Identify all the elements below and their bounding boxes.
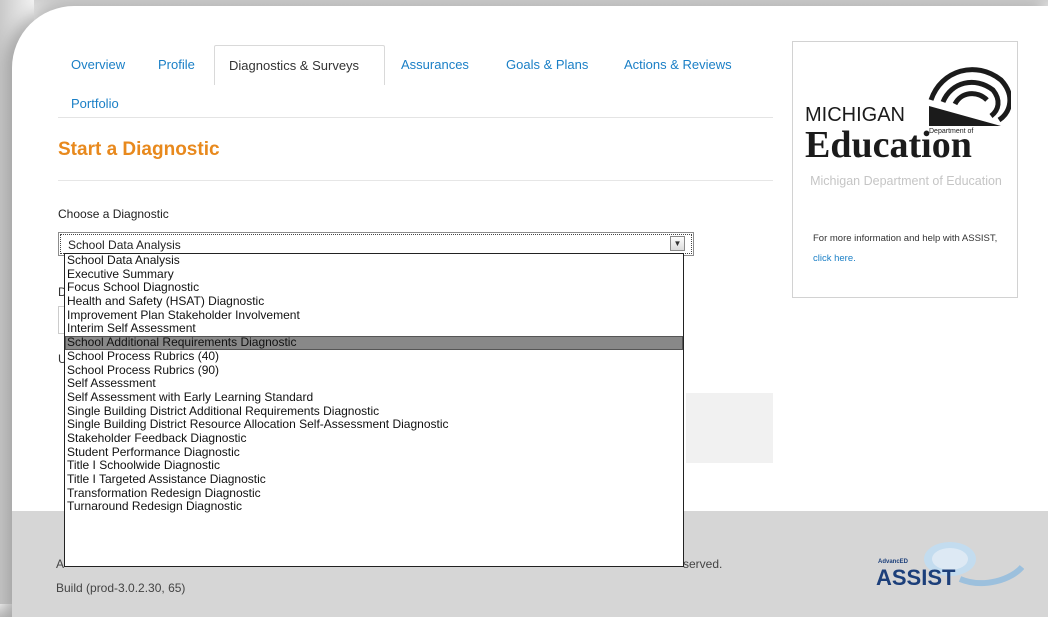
tab-portfolio[interactable]: Portfolio xyxy=(71,96,119,111)
obscured-panel xyxy=(686,393,773,463)
dropdown-option[interactable]: Self Assessment xyxy=(65,377,683,391)
help-text: For more information and help with ASSIS… xyxy=(813,229,1013,269)
dropdown-option[interactable]: Improvement Plan Stakeholder Involvement xyxy=(65,309,683,323)
dropdown-option[interactable]: Self Assessment with Early Learning Stan… xyxy=(65,391,683,405)
title-divider xyxy=(58,180,773,181)
footer-copyright-end: served. xyxy=(683,557,723,571)
footer-copyright-start: A xyxy=(56,557,65,571)
help-text-body: For more information and help with ASSIS… xyxy=(813,233,998,244)
chevron-down-icon[interactable]: ▼ xyxy=(670,236,685,251)
dropdown-option[interactable]: Title I Targeted Assistance Diagnostic xyxy=(65,473,683,487)
tab-assurances[interactable]: Assurances xyxy=(401,57,469,72)
dropdown-option[interactable]: School Data Analysis xyxy=(65,254,683,268)
dropdown-option[interactable]: School Process Rubrics (90) xyxy=(65,364,683,378)
dropdown-option[interactable]: School Additional Requirements Diagnosti… xyxy=(65,336,683,350)
diagnostic-select-value: School Data Analysis xyxy=(68,238,181,252)
dropdown-option[interactable]: Focus School Diagnostic xyxy=(65,281,683,295)
tab-profile[interactable]: Profile xyxy=(158,57,195,72)
tab-overview[interactable]: Overview xyxy=(71,57,125,72)
dropdown-option[interactable]: Single Building District Resource Alloca… xyxy=(65,418,683,432)
dropdown-option[interactable]: Health and Safety (HSAT) Diagnostic xyxy=(65,295,683,309)
advanced-assist-logo: AdvancED ASSIST xyxy=(876,542,1024,590)
dropdown-option[interactable]: Single Building District Additional Requ… xyxy=(65,405,683,419)
tab-goals-plans[interactable]: Goals & Plans xyxy=(506,57,588,72)
choose-diagnostic-label: Choose a Diagnostic xyxy=(58,207,169,221)
dropdown-option[interactable]: Transformation Redesign Diagnostic xyxy=(65,487,683,501)
dropdown-option[interactable]: Turnaround Redesign Diagnostic xyxy=(65,500,683,514)
logo-michigan-text: MICHIGAN xyxy=(805,104,905,126)
diagnostic-dropdown-list[interactable]: School Data Analysis Executive Summary Foc… xyxy=(64,253,684,567)
tab-bar: Overview Profile Diagnostics & Surveys A… xyxy=(58,40,773,118)
assist-logo-text: ASSIST xyxy=(876,565,956,590)
sidebar-panel: MICHIGAN Department of Education Michiga… xyxy=(792,41,1018,298)
tab-actions-reviews[interactable]: Actions & Reviews xyxy=(624,57,732,72)
michigan-education-logo: MICHIGAN Department of Education xyxy=(805,67,1011,162)
tab-diagnostics-surveys[interactable]: Diagnostics & Surveys xyxy=(214,45,385,85)
dropdown-option[interactable]: Stakeholder Feedback Diagnostic xyxy=(65,432,683,446)
tab-diagnostics-label: Diagnostics & Surveys xyxy=(229,58,360,73)
organization-name: Michigan Department of Education xyxy=(810,174,1002,188)
page-title: Start a Diagnostic xyxy=(58,139,220,160)
help-link[interactable]: click here. xyxy=(813,253,856,264)
dropdown-option[interactable]: Title I Schoolwide Diagnostic xyxy=(65,459,683,473)
footer-build-info: Build (prod-3.0.2.30, 65) xyxy=(56,581,186,595)
dropdown-option[interactable]: Interim Self Assessment xyxy=(65,322,683,336)
page-frame: Overview Profile Diagnostics & Surveys A… xyxy=(0,0,1048,617)
dropdown-option[interactable]: School Process Rubrics (40) xyxy=(65,350,683,364)
dropdown-option[interactable]: Student Performance Diagnostic xyxy=(65,446,683,460)
dropdown-option[interactable]: Executive Summary xyxy=(65,268,683,282)
logo-education-text: Education xyxy=(805,124,972,162)
tabs-divider xyxy=(58,117,773,118)
content-card: Overview Profile Diagnostics & Surveys A… xyxy=(12,6,1048,617)
